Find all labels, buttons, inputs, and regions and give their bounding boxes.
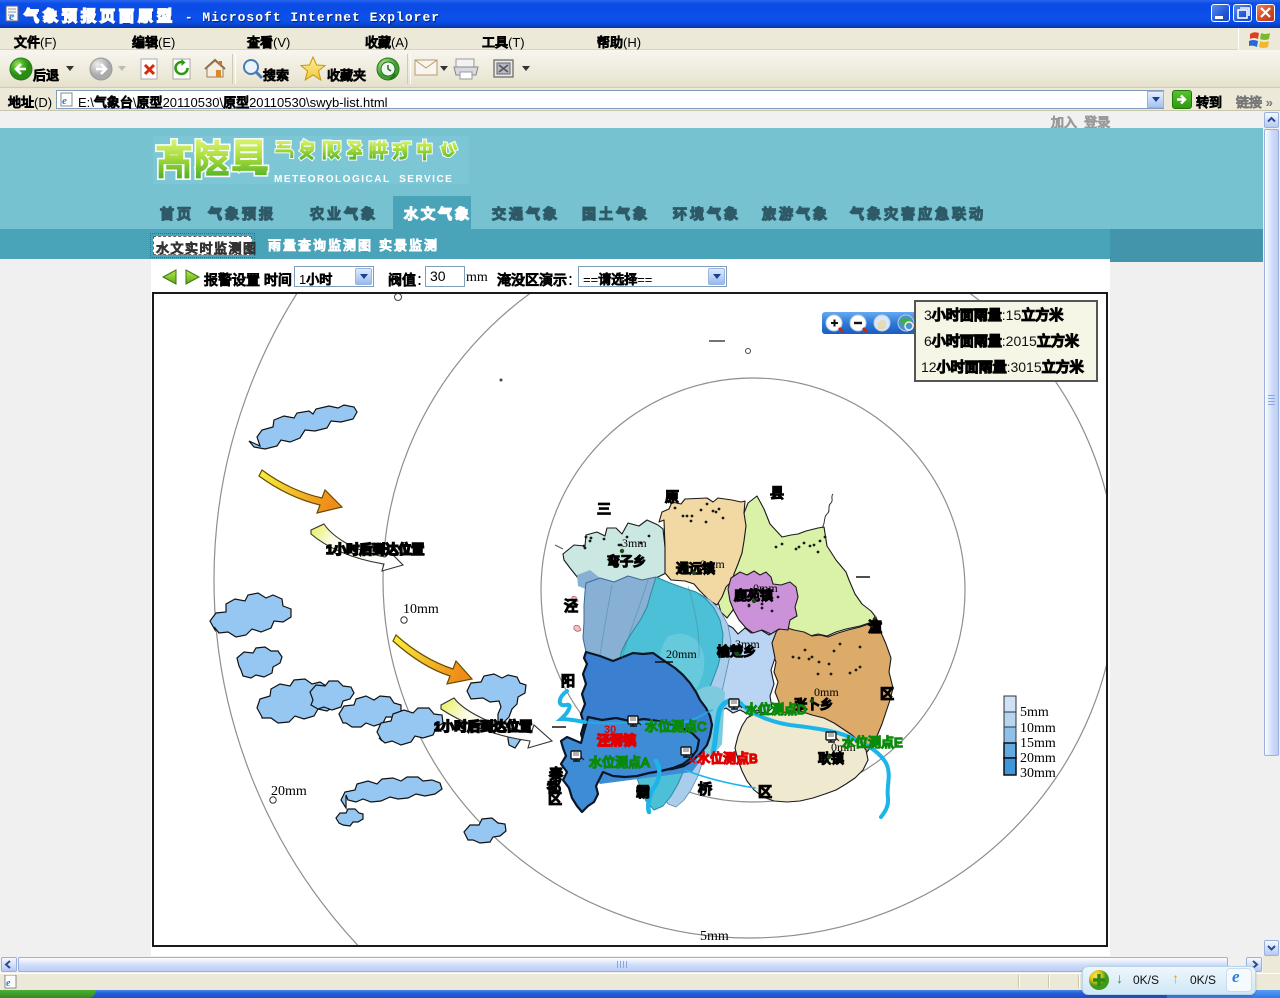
svg-text:20mm: 20mm bbox=[1020, 751, 1056, 766]
svg-text:5mm: 5mm bbox=[1020, 705, 1049, 720]
svg-text:3mm: 3mm bbox=[735, 637, 760, 651]
svg-text:霸: 霸 bbox=[636, 784, 650, 800]
svg-text:区: 区 bbox=[548, 791, 562, 807]
svg-text:10mm: 10mm bbox=[1020, 721, 1056, 736]
svg-text:阳: 阳 bbox=[561, 673, 575, 689]
svg-text:3小时面雨量:15立方米: 3小时面雨量:15立方米 bbox=[924, 307, 1063, 323]
svg-text:桥: 桥 bbox=[698, 781, 712, 797]
svg-text:水位测点E: 水位测点E bbox=[842, 735, 903, 750]
svg-text:潼: 潼 bbox=[868, 619, 882, 635]
svg-text:e: e bbox=[6, 978, 11, 989]
svg-text:3mm: 3mm bbox=[622, 536, 647, 550]
svg-text:水位测点C: 水位测点C bbox=[645, 719, 706, 734]
svg-text:0mm: 0mm bbox=[700, 557, 725, 571]
svg-text:三: 三 bbox=[597, 501, 611, 517]
svg-text:水位测点D: 水位测点D bbox=[745, 702, 806, 717]
svg-text:区: 区 bbox=[880, 686, 894, 702]
svg-text:0mm: 0mm bbox=[814, 685, 839, 699]
svg-text:5mm: 5mm bbox=[700, 929, 729, 944]
svg-text:10mm: 10mm bbox=[403, 602, 439, 617]
svg-text:水位测点B: 水位测点B bbox=[697, 751, 758, 766]
svg-text:e: e bbox=[9, 9, 15, 23]
svg-text:原: 原 bbox=[665, 489, 679, 505]
svg-text:METEOROLOGICAL SERVICE: METEOROLOGICAL SERVICE bbox=[274, 174, 453, 185]
svg-text:区: 区 bbox=[758, 784, 772, 800]
svg-text:泾渭镇: 泾渭镇 bbox=[597, 733, 636, 748]
svg-text:1小时后到达位置: 1小时后到达位置 bbox=[326, 542, 424, 557]
svg-text:泾: 泾 bbox=[564, 598, 578, 614]
svg-text:0mm: 0mm bbox=[753, 581, 778, 595]
svg-text:30mm: 30mm bbox=[1020, 766, 1056, 781]
svg-text:20mm: 20mm bbox=[271, 784, 307, 799]
svg-text:e: e bbox=[62, 95, 67, 107]
svg-text:6小时面雨量:2015立方米: 6小时面雨量:2015立方米 bbox=[924, 333, 1079, 349]
svg-text:弯子乡: 弯子乡 bbox=[607, 554, 646, 569]
svg-text:30: 30 bbox=[604, 724, 616, 736]
svg-text:15mm: 15mm bbox=[1020, 736, 1056, 751]
svg-text:水位测点A: 水位测点A bbox=[589, 755, 650, 770]
svg-text:县: 县 bbox=[770, 485, 784, 501]
svg-text:1小时后到达位置: 1小时后到达位置 bbox=[434, 719, 532, 734]
svg-text:20mm: 20mm bbox=[666, 647, 697, 661]
svg-text:12小时面雨量:3015立方米: 12小时面雨量:3015立方米 bbox=[921, 359, 1084, 375]
